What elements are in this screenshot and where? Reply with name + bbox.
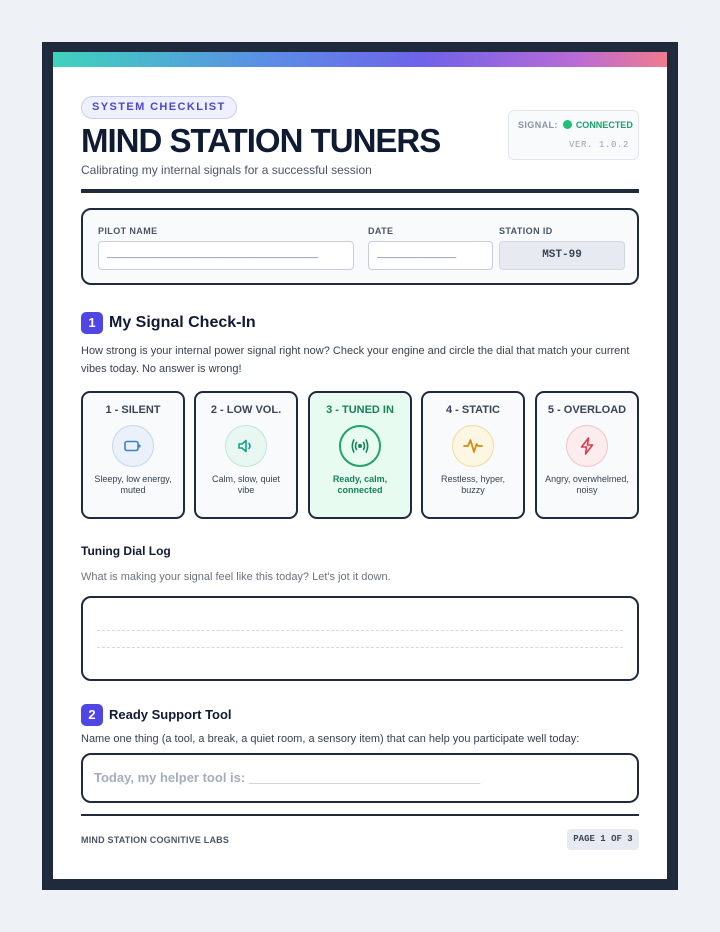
- section-title-signal-check-in: My Signal Check-In: [109, 314, 256, 331]
- lightning-icon: [566, 425, 608, 467]
- signal-card-silent[interactable]: 1 - SILENT Sleepy, low energy, muted: [81, 391, 185, 519]
- card-description: Calm, slow, quiet vibe: [211, 474, 281, 495]
- pulse-icon: [452, 425, 494, 467]
- section-number-1: 1: [81, 312, 103, 334]
- header-divider: [81, 189, 639, 193]
- section1-instructions: How strong is your internal power signal…: [81, 345, 630, 375]
- card-description: Sleepy, low energy, muted: [94, 474, 172, 495]
- gradient-header-bar: [53, 52, 667, 67]
- footer-divider: [81, 814, 639, 816]
- section2-instructions: Name one thing (a tool, a break, a quiet…: [81, 733, 580, 745]
- section-title-ready-support-tool: Ready Support Tool: [109, 707, 232, 722]
- signal-card-tuned-in[interactable]: 3 - TUNED IN Ready, calm, connected: [308, 391, 412, 519]
- helper-tool-prompt: Today, my helper tool is: ______________…: [94, 770, 481, 785]
- signal-card-low-volume[interactable]: 2 - LOW VOL. Calm, slow, quiet vibe: [194, 391, 298, 519]
- battery-icon: [112, 425, 154, 467]
- tuning-dial-log-field[interactable]: [81, 596, 639, 681]
- section-number-2: 2: [81, 704, 103, 726]
- card-title: 3 - TUNED IN: [326, 404, 394, 416]
- worksheet-page: SYSTEM CHECKLIST MIND STATION TUNERS Cal…: [53, 52, 667, 879]
- broadcast-icon: [339, 425, 381, 467]
- system-checklist-tag: SYSTEM CHECKLIST: [81, 96, 237, 119]
- card-title: 1 - SILENT: [105, 404, 161, 416]
- card-title: 2 - LOW VOL.: [210, 404, 282, 416]
- page-title: MIND STATION TUNERS: [81, 122, 441, 159]
- station-id-field: MST-99: [499, 241, 625, 270]
- date-field[interactable]: ____________: [368, 241, 493, 270]
- pilot-name-field[interactable]: ________________________________: [98, 241, 354, 270]
- writing-line: [97, 647, 623, 648]
- date-label: DATE: [368, 226, 394, 236]
- card-title: 5 - OVERLOAD: [547, 404, 627, 416]
- signal-status: CONNECTED: [575, 120, 633, 130]
- tuning-dial-log-prompt: What is making your signal feel like thi…: [81, 571, 391, 583]
- card-description: Angry, overwhelmed, noisy: [545, 474, 629, 495]
- helper-tool-field[interactable]: Today, my helper tool is: ______________…: [81, 753, 639, 803]
- tuning-dial-log-title: Tuning Dial Log: [81, 544, 171, 558]
- signal-label: SIGNAL:: [518, 120, 558, 130]
- card-description: Ready, calm, connected: [332, 474, 388, 495]
- pilot-info-box: PILOT NAME _____________________________…: [81, 208, 639, 285]
- footer-organization: MIND STATION COGNITIVE LABS: [81, 835, 230, 845]
- page-indicator: PAGE 1 OF 3: [567, 829, 639, 850]
- page-frame: SYSTEM CHECKLIST MIND STATION TUNERS Cal…: [42, 42, 678, 890]
- speaker-icon: [225, 425, 267, 467]
- signal-card-overload[interactable]: 5 - OVERLOAD Angry, overwhelmed, noisy: [535, 391, 639, 519]
- card-title: 4 - STATIC: [446, 404, 500, 416]
- pilot-name-label: PILOT NAME: [98, 226, 158, 236]
- card-description: Restless, hyper, buzzy: [440, 474, 506, 495]
- signal-status-box: SIGNAL: CONNECTED VER. 1.0.2: [508, 110, 639, 160]
- writing-line: [97, 630, 623, 631]
- signal-row: SIGNAL: CONNECTED: [518, 120, 633, 130]
- signal-card-static[interactable]: 4 - STATIC Restless, hyper, buzzy: [421, 391, 525, 519]
- station-id-label: STATION ID: [499, 226, 553, 236]
- page-subtitle: Calibrating my internal signals for a su…: [81, 163, 372, 177]
- status-dot-icon: [562, 120, 572, 129]
- version-label: VER. 1.0.2: [568, 140, 629, 150]
